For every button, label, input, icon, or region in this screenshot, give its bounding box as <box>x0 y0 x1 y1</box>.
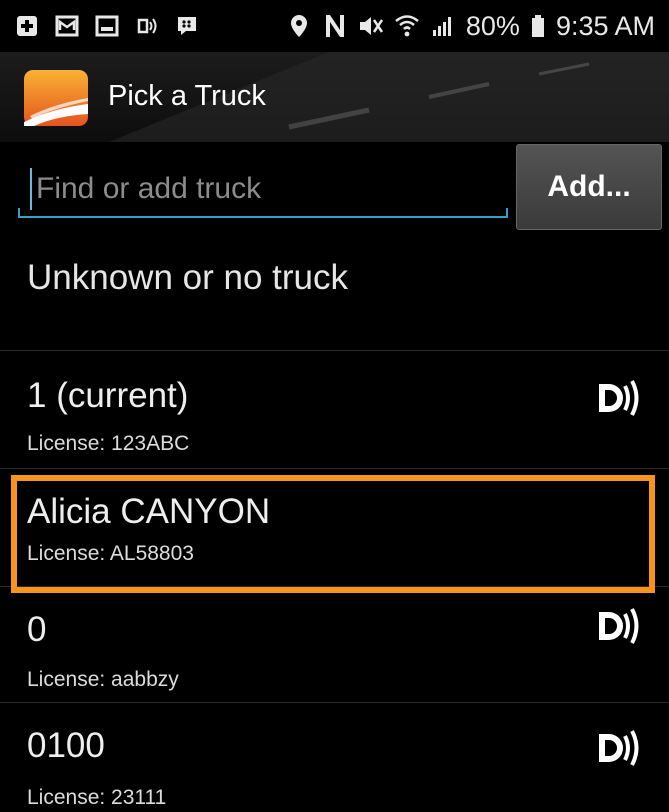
truck-name: 0100 <box>27 726 105 765</box>
signal-icon <box>430 13 456 39</box>
mail-icon <box>54 13 80 39</box>
device-signal-icon <box>599 608 639 644</box>
search-input[interactable] <box>30 168 498 210</box>
image-icon <box>94 13 120 39</box>
device-signal-icon <box>599 730 639 766</box>
cast-icon <box>134 13 160 39</box>
truck-name: 1 (current) <box>27 376 189 415</box>
mute-icon <box>358 13 384 39</box>
location-icon <box>286 13 312 39</box>
battery-percent: 80% <box>465 10 520 41</box>
action-bar: Pick a Truck <box>0 52 669 142</box>
device-signal-icon <box>599 380 639 416</box>
blackberry-icon <box>174 13 200 39</box>
battery-icon <box>530 13 546 39</box>
unknown-truck-label: Unknown or no truck <box>27 258 348 297</box>
truck-license: License: aabbzy <box>27 668 179 691</box>
road-logo-icon <box>24 70 88 126</box>
plus-box-icon <box>14 13 40 39</box>
clock: 9:35 AM <box>555 10 655 41</box>
search-field-container[interactable] <box>18 160 508 218</box>
list-item[interactable]: 0100 License: 23111 <box>0 702 669 812</box>
unknown-truck-item[interactable]: Unknown or no truck <box>0 238 669 351</box>
status-bar: 80% 9:35 AM <box>0 0 669 52</box>
add-truck-button[interactable]: Add... <box>516 144 662 230</box>
nfc-icon <box>322 13 348 39</box>
truck-license: License: 123ABC <box>27 432 190 455</box>
list-item[interactable]: 0 License: aabbzy <box>0 586 669 703</box>
truck-name: 0 <box>27 610 47 649</box>
page-title: Pick a Truck <box>108 80 266 112</box>
truck-license: License: 23111 <box>27 786 167 809</box>
search-row: Add... <box>0 142 669 238</box>
list-item[interactable]: 1 (current) License: 123ABC <box>0 350 669 469</box>
highlight-box <box>11 475 655 593</box>
wifi-icon <box>394 13 420 39</box>
